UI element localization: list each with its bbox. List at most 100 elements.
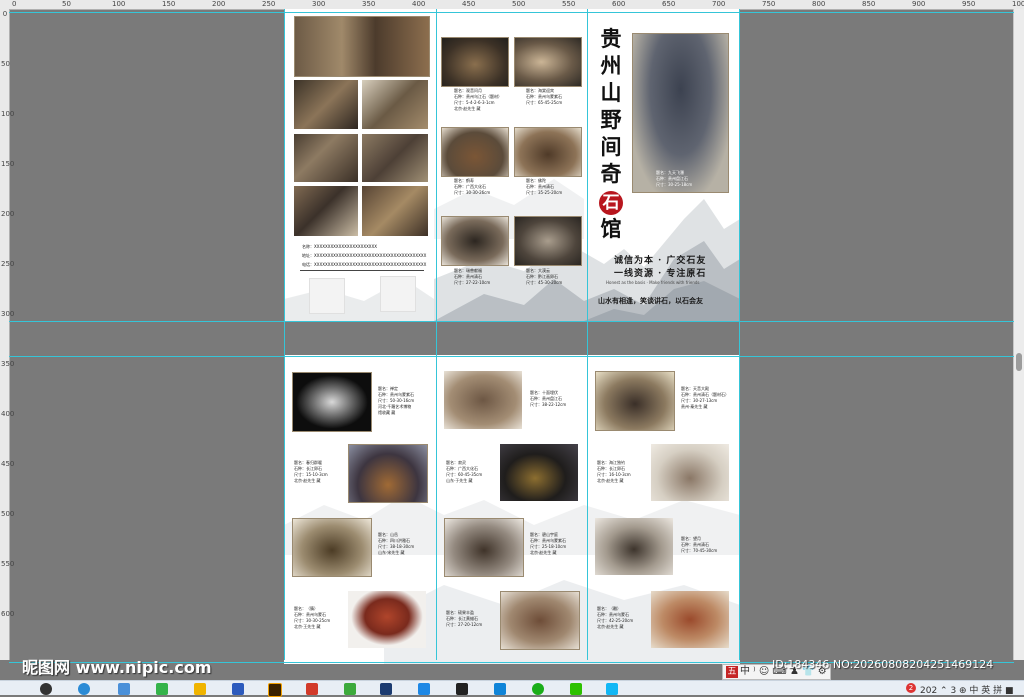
slogan-english: Honest as the basis · Make friends with … — [606, 280, 700, 285]
stone-photo — [514, 37, 582, 87]
red-seal-char: 石 — [599, 191, 623, 215]
guide-line[interactable] — [9, 356, 1014, 357]
stone-caption: 题名：大漠云 石种：黔江画卵石 尺寸：45-30-20cm — [526, 268, 563, 285]
ruler-tick-label: 450 — [1, 460, 15, 468]
stone-caption: 题名：望月 石种：贵州清石 尺寸：70-45-30cm — [681, 536, 718, 553]
stone-photo — [651, 444, 729, 501]
ruler-tick-label: 50 — [1, 60, 10, 68]
ruler-tick-label: 900 — [912, 0, 926, 8]
guide-line[interactable] — [436, 9, 437, 660]
qr-code-placeholder — [309, 278, 345, 314]
stone-photo — [595, 371, 675, 431]
app-icon[interactable] — [456, 683, 468, 695]
stone-caption: 题名：十面埋伏 石种：贵州盘江石 尺寸：38-22-12cm — [530, 390, 567, 407]
stone-photo — [441, 216, 509, 266]
ruler-tick-label: 300 — [312, 0, 326, 8]
ruler-tick-label: 650 — [662, 0, 676, 8]
stone-photo — [441, 127, 509, 177]
stone-photo — [348, 444, 428, 503]
stone-photo — [514, 127, 582, 177]
ruler-tick-label: 50 — [62, 0, 71, 8]
ruler-tick-label: 600 — [612, 0, 626, 8]
app-icon[interactable] — [494, 683, 506, 695]
ruler-tick-label: 100 — [112, 0, 126, 8]
app-icon[interactable] — [606, 683, 618, 695]
vertical-scrollbar[interactable] — [1013, 9, 1024, 660]
ruler-tick-label: 700 — [712, 0, 726, 8]
stone-caption: 题名：（腈） 石种：贵州乌蒙石 尺寸：30-30-25cm 北京·王先生 藏 — [294, 606, 331, 629]
stone-caption: 题名：山岳 石种：四川洪雅石 尺寸：38-18-30cm 山东·宋先生 藏 — [378, 532, 415, 555]
stone-caption: 题名：观音问月 石种：贵州乌江石（题材） 尺寸：5-4-2-6-3-1cm 北京·赵先… — [454, 88, 502, 111]
ruler-tick-label: 550 — [1, 560, 15, 568]
taskbar: 2 202 ⌃ 3 ⊕ 中 英 拼 ■ — [0, 680, 1024, 697]
photoshop-icon[interactable] — [380, 683, 392, 695]
ruler-tick-label: 150 — [162, 0, 176, 8]
stone-photo — [514, 216, 582, 266]
ruler-tick-label: 150 — [1, 160, 15, 168]
ruler-tick-label: 300 — [1, 310, 15, 318]
wechat-icon[interactable] — [570, 683, 582, 695]
illustrator-icon[interactable] — [268, 683, 282, 697]
notification-badge[interactable]: 2 — [906, 683, 916, 693]
slogan-line: 一线资源 · 专注原石 — [614, 269, 707, 279]
guide-line[interactable] — [739, 9, 740, 660]
slogan-line: 诚信为本 · 广交石友 — [614, 256, 707, 266]
app-icon[interactable] — [118, 683, 130, 695]
stone-caption: 题名：硕果丰盈 石种：长江黄蜡石 尺寸：27-20-12cm — [446, 610, 483, 627]
ruler-tick-label: 800 — [812, 0, 826, 8]
ruler-tick-label: 750 — [762, 0, 776, 8]
ruler-tick-label: 600 — [1, 610, 15, 618]
stone-photo — [651, 591, 729, 648]
search-icon[interactable] — [40, 683, 52, 695]
ruler-tick-label: 0 — [2, 10, 8, 18]
app-icon[interactable] — [532, 683, 544, 695]
contact-phone: 电话：XXXXXXXXXXXXXXXXXXXXXXXXXXXXXXXXXXXXX… — [302, 262, 427, 267]
ruler-tick-label: 350 — [1, 360, 15, 368]
app-icon[interactable] — [306, 683, 318, 695]
guide-line[interactable] — [587, 9, 588, 660]
ruler-tick-label: 250 — [1, 260, 15, 268]
stone-caption: 题名：寂灵 石种：广西大化石 尺寸：60-45-35cm 山东·于先生 藏 — [446, 460, 483, 483]
ruler-tick-label: 350 — [362, 0, 376, 8]
app-icon[interactable] — [418, 683, 430, 695]
app-icon[interactable] — [232, 683, 244, 695]
stone-caption: 题名：海江独钓 石种：长江卵石 尺寸：16-10-3cm 北京·赵先生 藏 — [597, 460, 631, 483]
stone-photo — [444, 518, 524, 577]
stone-photo — [348, 591, 426, 648]
stone-caption: 题名：天音大殿 石种：贵州清石（题材石） 尺寸：30-27-13cm 贵州·秦先生 藏 — [681, 386, 729, 409]
left-ruler[interactable]: 0 50 100 150 200 250 300 350 400 450 500 550 600 — [0, 9, 15, 660]
gallery-photo — [294, 134, 358, 182]
app-icon[interactable] — [156, 683, 168, 695]
gallery-photo — [294, 186, 358, 236]
cover-stone-photo — [632, 33, 729, 193]
ruler-tick-label: 850 — [862, 0, 876, 8]
ruler-tick-label: 450 — [462, 0, 476, 8]
guide-line[interactable] — [9, 321, 1014, 322]
ruler-tick-label: 0 — [12, 0, 17, 8]
guide-line[interactable] — [9, 12, 1014, 13]
gallery-photo — [362, 134, 428, 182]
ruler-tick-label: 550 — [562, 0, 576, 8]
contact-name: 名称：XXXXXXXXXXXXXXXXXXXXXXX — [302, 244, 378, 249]
scrollbar-thumb[interactable] — [1016, 353, 1022, 371]
stone-caption: 题名：春归群暖 石种：长江卵石 尺寸：15-10-3cm 北京·赵先生 藏 — [294, 460, 328, 483]
ruler-tick-label: 950 — [962, 0, 976, 8]
guide-line[interactable] — [284, 9, 285, 660]
gallery-photo-main — [294, 16, 430, 77]
stone-photo — [500, 591, 580, 650]
gallery-photo — [294, 80, 358, 129]
ruler-tick-label: 400 — [412, 0, 426, 8]
stone-caption: 题名：瑞兽献福 石种：贵州清石 尺寸：27-22-10cm — [454, 268, 491, 285]
stone-photo — [292, 518, 372, 577]
ruler-tick-label: 200 — [1, 210, 15, 218]
watermark: 昵图网 www.nipic.com — [22, 658, 212, 677]
stone-photo — [500, 444, 578, 501]
ruler-tick-label: 500 — [512, 0, 526, 8]
divider — [300, 270, 424, 271]
edge-browser-icon[interactable] — [78, 683, 90, 695]
folder-icon[interactable] — [194, 683, 206, 695]
system-tray[interactable]: 202 ⌃ 3 ⊕ 中 英 拼 ■ — [920, 683, 1014, 696]
ime-logo-icon: 五 — [726, 666, 738, 678]
stone-caption: 题名：佛陀 石种：贵州清石 尺寸：35-25-20cm — [526, 178, 563, 195]
app-icon[interactable] — [344, 683, 356, 695]
